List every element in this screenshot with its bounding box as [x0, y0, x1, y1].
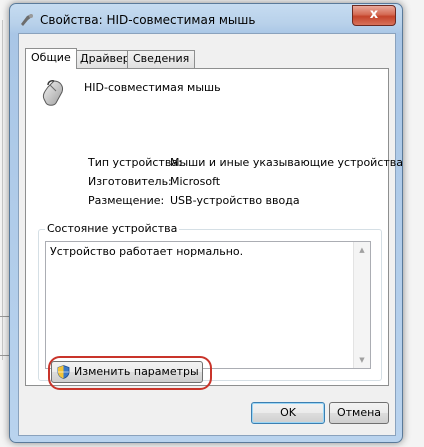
mouse-icon	[42, 80, 63, 106]
dialog-title: Свойства: HID-совместимая мышь	[40, 13, 256, 27]
device-status-text: Устройство работает нормально.	[50, 245, 244, 258]
close-button[interactable]: x	[352, 5, 396, 26]
location-label: Размещение:	[88, 194, 165, 207]
device-status-textbox[interactable]: Устройство работает нормально. ▲ ▼	[45, 241, 371, 369]
uac-shield-icon	[57, 365, 70, 379]
tab-general[interactable]: Общие	[25, 48, 77, 69]
properties-icon	[21, 14, 33, 26]
scroll-down-arrow-icon[interactable]: ▼	[354, 352, 370, 368]
title-bar[interactable]: Свойства: HID-совместимая мышь x	[10, 4, 402, 32]
manufacturer-label: Изготовитель:	[88, 175, 172, 188]
change-settings-button[interactable]: Изменить параметры	[51, 361, 203, 383]
manufacturer-value: Microsoft	[170, 175, 221, 188]
general-tab-panel: HID-совместимая мышь Тип устройства: Мыш…	[25, 68, 403, 386]
device-status-title: Состояние устройства	[45, 222, 180, 235]
device-type-value: Мыши и иные указывающие устройства	[170, 156, 404, 169]
device-type-label: Тип устройства:	[88, 156, 182, 169]
ok-button[interactable]: OK	[251, 402, 325, 424]
location-value: USB-устройство ввода	[170, 194, 300, 207]
scroll-up-arrow-icon[interactable]: ▲	[354, 242, 370, 258]
background-divider	[2, 20, 3, 360]
tab-details[interactable]: Сведения	[127, 50, 196, 68]
status-scrollbar[interactable]: ▲ ▼	[353, 242, 370, 368]
dialog-client-area: Общие Драйвер Сведения HID-совместимая м…	[18, 33, 403, 436]
properties-dialog: Свойства: HID-совместимая мышь x Общие Д…	[9, 3, 403, 443]
change-settings-label: Изменить параметры	[74, 365, 199, 378]
cancel-button[interactable]: Отмена	[329, 402, 389, 424]
device-name: HID-совместимая мышь	[84, 81, 221, 94]
